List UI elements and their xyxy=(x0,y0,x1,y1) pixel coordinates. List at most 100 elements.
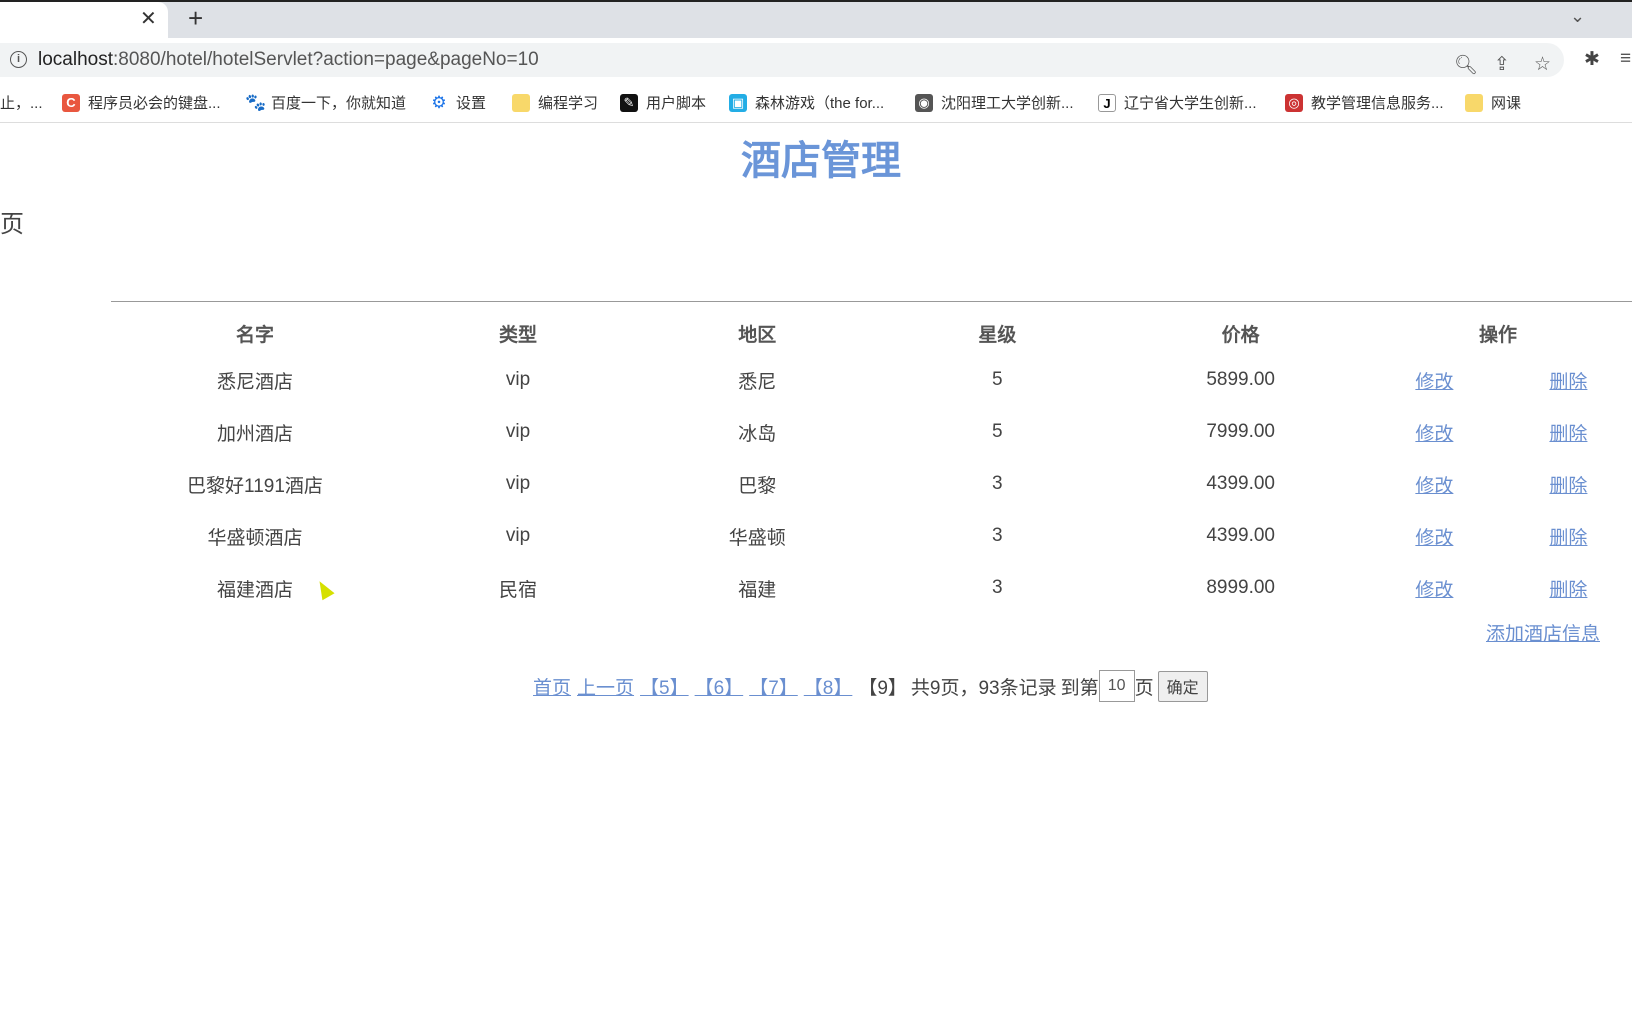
url-path: :8080/hotel/hotelServlet?action=page&pag… xyxy=(113,49,539,70)
hotel-type: vip xyxy=(505,369,531,390)
extensions-icon[interactable]: ✱ xyxy=(1584,48,1600,71)
page-link-8[interactable]: 【8】 xyxy=(804,673,853,700)
edit-link[interactable]: 修改 xyxy=(1415,424,1453,445)
action-cell: 修改 xyxy=(1364,406,1505,458)
delete-link[interactable]: 删除 xyxy=(1549,424,1587,445)
hotel-price: 7999.00 xyxy=(1206,421,1275,442)
edit-link[interactable]: 修改 xyxy=(1415,580,1453,601)
bookmark-label: 教学管理信息服务... xyxy=(1311,95,1444,112)
hotel-type: vip xyxy=(505,525,531,546)
first-page-link[interactable]: 首页 xyxy=(533,673,571,700)
bookmark-label: 止，... xyxy=(0,95,43,112)
header-price: 价格 xyxy=(1221,324,1260,346)
bookmark-item[interactable]: 🐾 百度一下，你就知道 xyxy=(245,92,406,113)
close-tab-icon[interactable]: ✕ xyxy=(140,6,157,31)
delete-link[interactable]: 删除 xyxy=(1549,528,1587,549)
url-text[interactable]: localhost:8080/hotel/hotelServlet?action… xyxy=(38,49,539,71)
hotel-name: 福建酒店 xyxy=(216,579,293,601)
page-summary: 共9页，93条记录 xyxy=(910,677,1057,699)
hotel-type: 民宿 xyxy=(499,579,538,601)
bookmark-item[interactable]: ◉ 沈阳理工大学创新... xyxy=(915,92,1074,113)
bookmark-item[interactable]: 网课 xyxy=(1465,92,1521,113)
hotel-name: 悉尼酒店 xyxy=(216,371,293,393)
action-cell: 删除 xyxy=(1505,562,1632,614)
hotel-stars: 5 xyxy=(992,421,1003,442)
goto-suffix: 页 xyxy=(1134,677,1154,699)
hotel-region: 悉尼 xyxy=(738,371,777,393)
page-link-6[interactable]: 【6】 xyxy=(695,673,744,700)
confirm-button[interactable]: 确定 xyxy=(1157,670,1208,702)
bookmark-item[interactable]: 编程学习 xyxy=(512,92,598,113)
hotel-region: 巴黎 xyxy=(738,475,777,497)
edit-link[interactable]: 修改 xyxy=(1415,528,1453,549)
tab-strip: ✕ + ⌄ xyxy=(0,0,1632,40)
hotel-name: 华盛顿酒店 xyxy=(207,527,303,549)
delete-link[interactable]: 删除 xyxy=(1549,476,1587,497)
hotel-region: 冰岛 xyxy=(738,423,777,445)
hotel-price: 8999.00 xyxy=(1206,577,1275,598)
pagination: 首页 上一页 【5】 【6】 【7】 【8】 【9】 共9页，93条记录 到第 … xyxy=(533,670,1208,702)
prev-page-link[interactable]: 上一页 xyxy=(577,673,634,700)
zoom-icon[interactable]: 🔍︎ xyxy=(1454,53,1478,77)
hotel-stars: 3 xyxy=(992,473,1003,494)
action-cell: 修改 xyxy=(1364,458,1505,510)
action-cell: 删除 xyxy=(1505,458,1632,510)
header-stars: 星级 xyxy=(978,324,1017,346)
address-bar[interactable]: i localhost:8080/hotel/hotelServlet?acti… xyxy=(0,43,1564,77)
bookmark-item[interactable]: ⚙ 设置 xyxy=(430,92,486,113)
table-row: 悉尼酒店 vip 悉尼 5 5899.00 修改 删除 xyxy=(111,354,1632,406)
hotel-name: 加州酒店 xyxy=(216,423,293,445)
bookmark-item[interactable]: ▣ 森林游戏（the for... xyxy=(729,92,884,113)
delete-link[interactable]: 删除 xyxy=(1549,372,1587,393)
goto-prefix: 到第 xyxy=(1060,677,1099,699)
share-icon[interactable]: ⇪ xyxy=(1494,53,1510,76)
page-title: 酒店管理 xyxy=(741,139,901,183)
page-link-5[interactable]: 【5】 xyxy=(640,673,689,700)
header-actions: 操作 xyxy=(1478,324,1517,346)
bookmark-label: 程序员必会的键盘... xyxy=(88,95,221,112)
hotel-stars: 5 xyxy=(992,369,1003,390)
header-region: 地区 xyxy=(738,324,777,346)
bookmark-item[interactable]: ◎ 教学管理信息服务... xyxy=(1285,92,1444,113)
edit-link[interactable]: 修改 xyxy=(1415,372,1453,393)
tampermonkey-icon: ✎ xyxy=(620,93,638,112)
tab-search-chevron-icon[interactable]: ⌄ xyxy=(1570,6,1585,27)
action-cell: 删除 xyxy=(1505,354,1632,406)
menu-icon[interactable]: ≡ xyxy=(1620,48,1631,70)
bookmark-label: 沈阳理工大学创新... xyxy=(941,95,1074,112)
delete-link[interactable]: 删除 xyxy=(1549,580,1587,601)
action-cell: 修改 xyxy=(1364,562,1505,614)
bookmark-item[interactable]: ✎ 用户脚本 xyxy=(620,92,706,113)
bookmark-label: 编程学习 xyxy=(538,95,599,112)
hotel-table: 名字 类型 地区 星级 价格 操作 悉尼酒店 vip 悉尼 5 5899.00 修改 删除加… xyxy=(111,312,1632,614)
add-hotel-link[interactable]: 添加酒店信息 xyxy=(1486,619,1600,646)
hotel-stars: 3 xyxy=(992,525,1003,546)
new-tab-button[interactable]: + xyxy=(188,3,203,34)
active-tab[interactable]: ✕ xyxy=(0,2,168,40)
table-row: 华盛顿酒店 vip 华盛顿 3 4399.00 修改 删除 xyxy=(111,510,1632,562)
page-label-fragment: 页 xyxy=(0,211,24,238)
edit-link[interactable]: 修改 xyxy=(1415,476,1453,497)
hotel-type: vip xyxy=(505,421,531,442)
j-icon: J xyxy=(1098,93,1116,112)
csdn-icon: C xyxy=(62,93,80,112)
bookmark-label: 设置 xyxy=(456,95,487,112)
folder-icon xyxy=(512,93,530,112)
info-icon[interactable]: i xyxy=(10,51,27,68)
hotel-stars: 3 xyxy=(992,577,1003,598)
bookmark-item[interactable]: 止，... xyxy=(0,92,43,113)
bookmark-item[interactable]: J 辽宁省大学生创新... xyxy=(1098,92,1257,113)
goto-page-input[interactable] xyxy=(1098,670,1135,702)
table-row: 福建酒店 民宿 福建 3 8999.00 修改 删除 xyxy=(111,562,1632,614)
star-bookmark-icon[interactable]: ☆ xyxy=(1534,53,1551,76)
bookmark-item[interactable]: C 程序员必会的键盘... xyxy=(62,92,221,113)
bookmarks-bar: 止，... C 程序员必会的键盘... 🐾 百度一下，你就知道 ⚙ 设置 编程学习 ✎ 用户脚本 ▣… xyxy=(0,82,1632,123)
page-link-7[interactable]: 【7】 xyxy=(749,673,798,700)
url-host: localhost xyxy=(38,49,113,70)
toolbar: i localhost:8080/hotel/hotelServlet?acti… xyxy=(0,38,1632,82)
globe-icon: ◉ xyxy=(915,93,933,112)
hotel-region: 华盛顿 xyxy=(728,527,786,549)
hotel-price: 4399.00 xyxy=(1206,473,1275,494)
action-cell: 删除 xyxy=(1505,406,1632,458)
gear-icon: ⚙ xyxy=(431,92,447,112)
